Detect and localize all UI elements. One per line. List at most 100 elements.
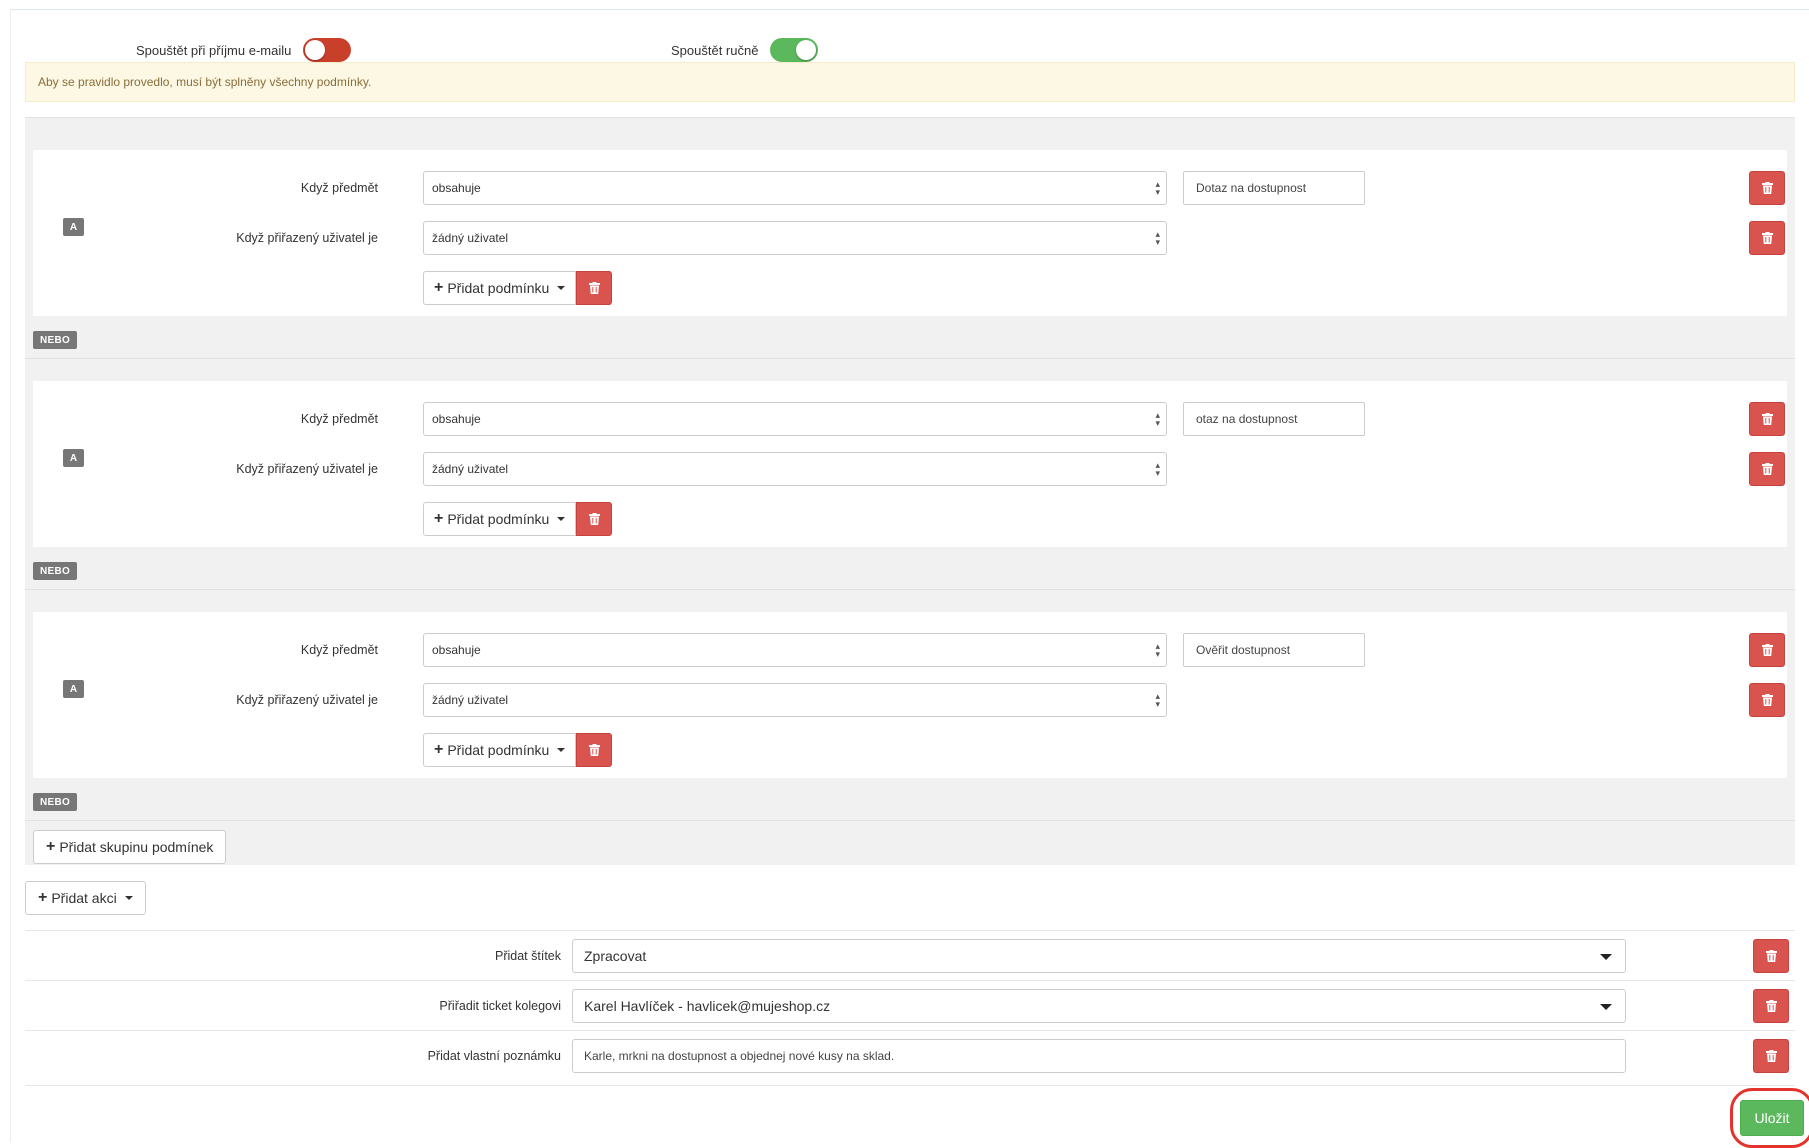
delete-group-button[interactable] xyxy=(576,502,613,536)
or-badge: NEBO xyxy=(33,331,77,349)
condition-group: A Když předmět obsahuje ▴ ▾ otaz na dostup… xyxy=(33,381,1787,547)
caret-down-icon xyxy=(1600,954,1612,960)
action-label: Přiřadit ticket kolegovi xyxy=(439,999,561,1013)
condition-operator-select[interactable]: obsahuje ▴ ▾ xyxy=(423,633,1167,667)
select-value: žádný uživatel xyxy=(432,462,509,476)
action-row-tag: Přidat štítek Zpracovat xyxy=(25,930,1795,980)
condition-user-select[interactable]: žádný uživatel ▴ ▾ xyxy=(423,221,1167,255)
trash-icon xyxy=(1761,232,1773,244)
condition-label: Když předmět xyxy=(300,181,378,195)
condition-label: Když přiřazený uživatel je xyxy=(236,462,378,476)
caret-down-icon xyxy=(557,748,566,752)
divider xyxy=(25,820,1795,821)
divider xyxy=(25,358,1795,359)
action-row-assign: Přiřadit ticket kolegovi Karel Havlíček … xyxy=(25,980,1795,1030)
condition-value-input[interactable]: Ověřit dostupnost xyxy=(1183,633,1365,667)
condition-operator-select[interactable]: obsahuje ▴ ▾ xyxy=(423,402,1167,436)
trash-icon xyxy=(1761,644,1773,656)
plus-icon: + xyxy=(434,279,444,296)
trash-icon xyxy=(1765,1050,1777,1062)
condition-label: Když přiřazený uživatel je xyxy=(236,693,378,707)
add-group-label: Přidat skupinu podmínek xyxy=(59,839,214,855)
delete-condition-button[interactable] xyxy=(1749,633,1785,667)
condition-label: Když přiřazený uživatel je xyxy=(236,231,378,245)
caret-down-icon xyxy=(124,896,133,900)
group-and-badge: A xyxy=(63,449,84,467)
trash-icon xyxy=(1761,413,1773,425)
select-value: Karel Havlíček - havlicek@mujeshop.cz xyxy=(584,998,831,1014)
manual-trigger-toggle[interactable] xyxy=(770,38,819,62)
delete-group-button[interactable] xyxy=(576,271,613,305)
trash-icon xyxy=(1765,950,1777,962)
condition-label: Když předmět xyxy=(300,643,378,657)
toggle-knob xyxy=(305,40,326,60)
updown-arrows-icon: ▴ ▾ xyxy=(1155,460,1160,478)
add-condition-button[interactable]: + Přidat podmínku xyxy=(423,733,577,767)
add-condition-group: + Přidat podmínku xyxy=(423,271,623,305)
condition-label: Když předmět xyxy=(300,412,378,426)
note-input[interactable]: Karle, mrkni na dostupnost a objednej no… xyxy=(572,1039,1626,1073)
trash-icon xyxy=(1765,1000,1777,1012)
condition-value-input[interactable]: otaz na dostupnost xyxy=(1183,402,1365,436)
updown-arrows-icon: ▴ ▾ xyxy=(1155,410,1160,428)
add-condition-button[interactable]: + Přidat podmínku xyxy=(423,271,577,305)
select-value: Zpracovat xyxy=(584,948,647,964)
plus-icon: + xyxy=(38,889,48,906)
manual-trigger-label: Spouštět ručně xyxy=(671,42,759,58)
delete-action-button[interactable] xyxy=(1753,989,1789,1023)
delete-condition-button[interactable] xyxy=(1749,221,1785,255)
condition-user-select[interactable]: žádný uživatel ▴ ▾ xyxy=(423,683,1167,717)
save-button[interactable]: Uložit xyxy=(1740,1100,1804,1136)
delete-action-button[interactable] xyxy=(1753,1039,1789,1073)
add-condition-label: Přidat podmínku xyxy=(447,742,550,758)
add-condition-label: Přidat podmínku xyxy=(447,511,550,527)
updown-arrows-icon: ▴ ▾ xyxy=(1155,179,1160,197)
trash-icon xyxy=(588,513,600,525)
tag-select[interactable]: Zpracovat xyxy=(572,939,1626,973)
delete-group-button[interactable] xyxy=(576,733,613,767)
add-condition-button[interactable]: + Přidat podmínku xyxy=(423,502,577,536)
delete-condition-button[interactable] xyxy=(1749,402,1785,436)
divider xyxy=(25,589,1795,590)
action-row-note: Přidat vlastní poznámku Karle, mrkni na … xyxy=(25,1030,1795,1080)
caret-down-icon xyxy=(557,286,566,290)
or-badge: NEBO xyxy=(33,562,77,580)
action-label: Přidat vlastní poznámku xyxy=(427,1049,561,1063)
condition-group: A Když předmět obsahuje ▴ ▾ Dotaz na dostu… xyxy=(33,150,1787,316)
select-value: žádný uživatel xyxy=(432,231,509,245)
updown-arrows-icon: ▴ ▾ xyxy=(1155,691,1160,709)
or-badge: NEBO xyxy=(33,793,77,811)
trash-icon xyxy=(1761,694,1773,706)
add-condition-group-button[interactable]: + Přidat skupinu podmínek xyxy=(33,830,227,864)
add-condition-group: + Přidat podmínku xyxy=(423,733,623,767)
toggle-knob xyxy=(796,40,817,60)
email-trigger-label: Spouštět při příjmu e-mailu xyxy=(136,42,292,58)
condition-user-select[interactable]: žádný uživatel ▴ ▾ xyxy=(423,452,1167,486)
action-label: Přidat štítek xyxy=(495,949,561,963)
condition-group: A Když předmět obsahuje ▴ ▾ Ověřit dostupn… xyxy=(33,612,1787,778)
caret-down-icon xyxy=(1600,1004,1612,1010)
delete-condition-button[interactable] xyxy=(1749,683,1785,717)
group-and-badge: A xyxy=(63,680,84,698)
rule-editor: Spouštět při příjmu e-mailu Spouštět ruč… xyxy=(10,9,1809,1148)
delete-action-button[interactable] xyxy=(1753,939,1789,973)
add-condition-label: Přidat podmínku xyxy=(447,280,550,296)
add-condition-group: + Přidat podmínku xyxy=(423,502,623,536)
add-action-label: Přidat akci xyxy=(51,890,117,906)
condition-groups: A Když předmět obsahuje ▴ ▾ Dotaz na dostu… xyxy=(25,117,1795,865)
email-trigger-row: Spouštět při příjmu e-mailu xyxy=(136,38,352,62)
conditions-alert: Aby se pravidlo provedlo, musí být splně… xyxy=(25,62,1795,102)
assignee-select[interactable]: Karel Havlíček - havlicek@mujeshop.cz xyxy=(572,989,1626,1023)
delete-condition-button[interactable] xyxy=(1749,452,1785,486)
plus-icon: + xyxy=(434,510,444,527)
condition-value-input[interactable]: Dotaz na dostupnost xyxy=(1183,171,1365,205)
trash-icon xyxy=(1761,182,1773,194)
trash-icon xyxy=(1761,463,1773,475)
add-action-button[interactable]: + Přidat akci xyxy=(25,881,146,915)
divider xyxy=(25,1085,1795,1086)
delete-condition-button[interactable] xyxy=(1749,171,1785,205)
updown-arrows-icon: ▴ ▾ xyxy=(1155,641,1160,659)
trash-icon xyxy=(588,282,600,294)
email-trigger-toggle[interactable] xyxy=(303,38,352,62)
condition-operator-select[interactable]: obsahuje ▴ ▾ xyxy=(423,171,1167,205)
